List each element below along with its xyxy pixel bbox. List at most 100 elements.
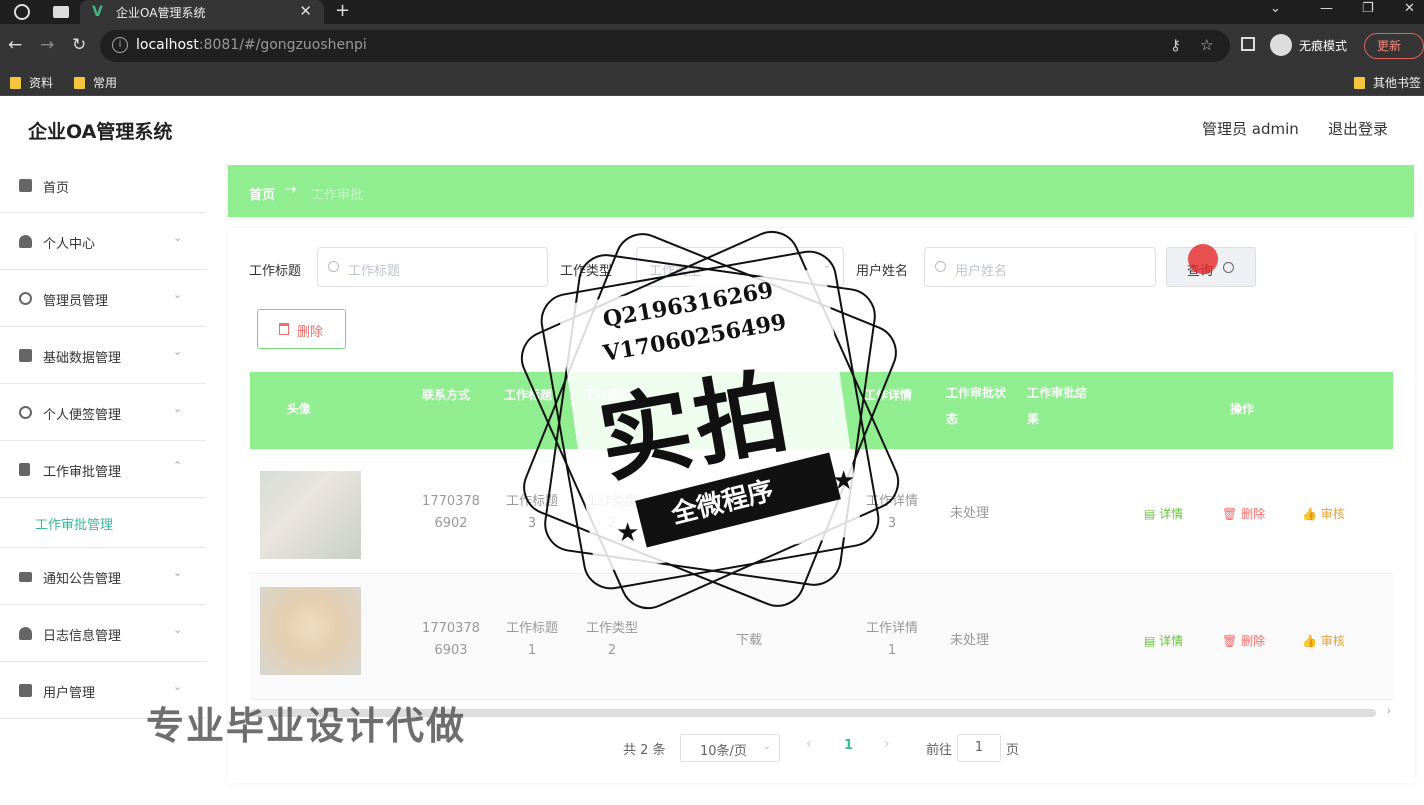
goto-page-input[interactable]: 1 xyxy=(957,734,1001,762)
minimize-icon[interactable]: — xyxy=(1320,1,1333,16)
tab-search-icon[interactable] xyxy=(53,6,69,18)
sidebar-item-label: 首页 xyxy=(43,181,70,196)
key-icon[interactable]: ⚷ xyxy=(1170,36,1181,54)
pagination-total: 共 2 条 xyxy=(623,743,666,758)
chevron-down-icon: ⌄ xyxy=(173,345,183,358)
audit-label: 审核 xyxy=(1320,634,1345,648)
forward-icon[interactable]: → xyxy=(40,35,54,55)
next-page-icon[interactable]: › xyxy=(884,736,890,752)
back-icon[interactable]: ← xyxy=(8,35,22,55)
trash-icon: 🗑 xyxy=(1222,634,1242,648)
chevron-right-icon[interactable]: › xyxy=(1387,706,1391,717)
home-icon xyxy=(19,179,32,192)
document-icon xyxy=(19,463,30,476)
url-field[interactable]: i localhost:8081/#/gongzuoshenpi ⚷ ☆ xyxy=(100,30,1230,62)
audit-label: 审核 xyxy=(1320,507,1345,521)
url-path: :8081/#/gongzuoshenpi xyxy=(198,37,367,53)
new-tab-icon[interactable]: + xyxy=(335,0,350,21)
title-search-input[interactable]: 工作标题 xyxy=(317,247,548,287)
tab-list-icon[interactable]: ⌄ xyxy=(1270,1,1281,16)
detail-button[interactable]: ▤ 详情 xyxy=(1144,505,1183,522)
audit-button[interactable]: 👍 审核 xyxy=(1302,632,1345,649)
sidebar-item-admins[interactable]: 管理员管理 ⌄ xyxy=(0,270,206,327)
sidebar-subitem-label: 工作审批管理 xyxy=(35,518,114,533)
restore-icon[interactable]: ❐ xyxy=(1362,1,1374,16)
detail-button[interactable]: ▤ 详情 xyxy=(1144,632,1183,649)
type-select[interactable]: 工作类型 ⌄ xyxy=(636,247,844,287)
user-search-input[interactable]: 用户姓名 xyxy=(924,247,1156,287)
sidebar-item-profile[interactable]: 个人中心 ⌄ xyxy=(0,213,206,270)
incognito-icon xyxy=(1270,34,1292,56)
trash-icon xyxy=(279,323,289,335)
cell-title: 工作标题1 xyxy=(505,621,558,658)
user-icon xyxy=(19,627,32,640)
cell-phone: 17703786903 xyxy=(422,621,480,658)
page-size-select[interactable]: 10条/页 ⌄ xyxy=(680,734,780,762)
sidebar-item-label: 个人中心 xyxy=(43,237,96,252)
bookmark-folder[interactable]: 资料 xyxy=(10,74,53,91)
sidebar-item-label: 日志信息管理 xyxy=(43,629,122,644)
table-header: 头像 联系方式 工作标题 工作类型 文件 工作详情 工作审批状态 工作审批结果 … xyxy=(250,372,1393,449)
update-button[interactable]: 更新 xyxy=(1364,33,1424,59)
folder-icon xyxy=(1354,77,1365,89)
globe-icon[interactable] xyxy=(14,4,30,20)
vue-logo-icon: V xyxy=(92,4,103,20)
other-bookmarks[interactable]: 其他书签 xyxy=(1354,74,1421,91)
col-avatar: 头像 xyxy=(287,402,312,416)
col-actions: 操作 xyxy=(1230,402,1255,416)
folder-icon xyxy=(74,77,85,89)
sidebar-item-label: 通知公告管理 xyxy=(43,572,122,587)
bookmark-folder[interactable]: 常用 xyxy=(74,74,117,91)
delete-button[interactable]: 🗑 删除 xyxy=(1222,505,1265,522)
breadcrumb-current: 工作审批 xyxy=(311,188,364,203)
sidebar-item-notices[interactable]: 通知公告管理 ⌄ xyxy=(0,548,206,605)
close-tab-icon[interactable]: ✕ xyxy=(299,2,312,20)
sidebar-item-label: 工作审批管理 xyxy=(43,465,122,480)
input-placeholder: 用户姓名 xyxy=(955,264,1008,279)
side-panel-icon[interactable] xyxy=(1241,37,1255,51)
audit-button[interactable]: 👍 审核 xyxy=(1302,505,1345,522)
batch-delete-button[interactable]: 删除 xyxy=(257,309,346,349)
address-bar: ← → ↻ i localhost:8081/#/gongzuoshenpi ⚷… xyxy=(0,24,1424,68)
bookmarks-bar: 资料 常用 其他书签 xyxy=(0,68,1424,96)
page-suffix: 页 xyxy=(1006,743,1020,758)
current-user: 管理员 admin xyxy=(1202,120,1299,138)
browser-tabbar: V 企业OA管理系统 ✕ + ⌄ — ❐ ✕ xyxy=(0,0,1424,24)
col-detail: 工作详情 xyxy=(864,388,913,402)
prev-page-icon[interactable]: ‹ xyxy=(806,736,812,752)
folder-icon xyxy=(10,77,21,89)
avatar xyxy=(260,587,361,675)
breadcrumb-home[interactable]: 首页 xyxy=(249,184,275,203)
close-window-icon[interactable]: ✕ xyxy=(1404,1,1415,16)
incognito-label: 无痕模式 xyxy=(1299,39,1348,53)
delete-button[interactable]: 🗑 删除 xyxy=(1222,632,1265,649)
sidebar-subitem-approval[interactable]: 工作审批管理 xyxy=(0,498,206,548)
download-link[interactable]: 下载 xyxy=(736,630,762,652)
bookmark-label: 常用 xyxy=(93,76,118,90)
goto-label: 前往 xyxy=(926,743,953,758)
bookmark-label: 资料 xyxy=(29,76,54,90)
sidebar-item-logs[interactable]: 日志信息管理 ⌄ xyxy=(0,605,206,662)
delete-label: 删除 xyxy=(1241,634,1266,648)
logout-link[interactable]: 退出登录 xyxy=(1328,118,1388,139)
browser-tab[interactable]: V 企业OA管理系统 ✕ xyxy=(80,0,324,24)
col-title: 工作标题 xyxy=(504,388,553,402)
download-link[interactable]: 下载 xyxy=(736,503,762,525)
thumb-up-icon: 👍 xyxy=(1302,634,1321,648)
bookmark-star-icon[interactable]: ☆ xyxy=(1200,36,1213,54)
reload-icon[interactable]: ↻ xyxy=(72,35,86,55)
trash-icon: 🗑 xyxy=(1222,507,1242,521)
sidebar-item-base-data[interactable]: 基础数据管理 ⌄ xyxy=(0,327,206,384)
sidebar-item-home[interactable]: 首页 xyxy=(0,157,206,213)
type-filter-label: 工作类型 xyxy=(560,264,613,279)
cell-status: 未处理 xyxy=(950,633,990,648)
briefcase-icon xyxy=(19,349,32,362)
page-number[interactable]: 1 xyxy=(844,738,853,753)
sidebar-item-notes[interactable]: 个人便签管理 ⌄ xyxy=(0,384,206,441)
chevron-down-icon: ⌄ xyxy=(173,623,183,636)
tab-title: 企业OA管理系统 xyxy=(116,6,206,20)
detail-label: 详情 xyxy=(1159,507,1184,521)
site-info-icon[interactable]: i xyxy=(112,37,128,53)
sidebar-item-approval[interactable]: 工作审批管理 ⌃ xyxy=(0,441,206,498)
sidebar-item-label: 管理员管理 xyxy=(43,294,109,309)
